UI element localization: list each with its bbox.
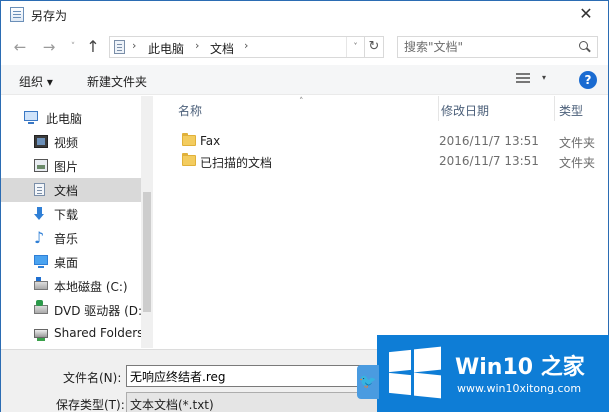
navigation-pane-scrollbar[interactable] bbox=[141, 96, 153, 348]
close-button[interactable]: ✕ bbox=[564, 1, 608, 29]
dvd-icon bbox=[34, 300, 48, 314]
file-name: Fax bbox=[200, 134, 221, 148]
navigation-pane: 此电脑 视频 图片 文档 下载 ♪ 音乐 桌面 本地磁盘 (C:) DVD 驱动… bbox=[1, 96, 153, 348]
scrollbar-thumb[interactable] bbox=[143, 192, 151, 312]
breadcrumb-separator-icon[interactable]: › bbox=[195, 39, 199, 52]
sidebar-item-label: 视频 bbox=[54, 136, 79, 150]
file-date: 2016/11/7 13:51 bbox=[439, 154, 539, 168]
sidebar-item-label: 图片 bbox=[54, 160, 79, 174]
desktop-icon bbox=[34, 255, 48, 268]
save-as-dialog: 另存为 ✕ ← → ˅ ↑ › 此电脑 › 文档 › ˅ ↻ 组织 ▾ 新建文件… bbox=[0, 0, 609, 412]
sidebar-item-downloads[interactable]: 下载 bbox=[1, 202, 141, 226]
sidebar-item-this-pc[interactable]: 此电脑 bbox=[1, 106, 141, 130]
sidebar-item-videos[interactable]: 视频 bbox=[1, 130, 141, 154]
address-bar[interactable]: › 此电脑 › 文档 › ˅ bbox=[109, 36, 365, 58]
sidebar-item-label: 文档 bbox=[54, 184, 79, 198]
sidebar-item-label: 桌面 bbox=[54, 256, 79, 270]
folder-icon bbox=[182, 153, 196, 166]
sidebar-item-shared-folders[interactable]: Shared Folders bbox=[1, 322, 144, 346]
folder-icon bbox=[182, 133, 196, 146]
bird-icon: 🐦 bbox=[357, 365, 379, 399]
new-folder-button[interactable]: 新建文件夹 bbox=[87, 73, 147, 90]
breadcrumb-separator-icon[interactable]: › bbox=[244, 39, 248, 52]
picture-icon bbox=[34, 159, 48, 172]
help-button[interactable]: ? bbox=[579, 71, 597, 89]
sidebar-item-dvd-drive[interactable]: DVD 驱动器 (D: bbox=[1, 298, 143, 322]
notepad-app-icon bbox=[10, 7, 24, 22]
column-header-date[interactable]: 修改日期 bbox=[438, 96, 553, 121]
file-name: 已扫描的文档 bbox=[200, 156, 273, 170]
watermark-url: www.win10xitong.com bbox=[457, 382, 582, 395]
sidebar-item-music[interactable]: ♪ 音乐 bbox=[1, 226, 141, 250]
search-icon[interactable] bbox=[579, 41, 588, 50]
refresh-button[interactable]: ↻ bbox=[364, 36, 384, 58]
filename-label: 文件名(N): bbox=[63, 371, 122, 385]
document-icon bbox=[34, 183, 45, 196]
search-box[interactable] bbox=[397, 36, 598, 58]
view-options-icon[interactable] bbox=[516, 73, 530, 84]
forward-arrow-icon[interactable]: → bbox=[39, 38, 59, 56]
sidebar-item-label: 音乐 bbox=[54, 232, 79, 246]
sidebar-item-pictures[interactable]: 图片 bbox=[1, 154, 141, 178]
column-header-type[interactable]: 类型 bbox=[554, 96, 609, 121]
file-date: 2016/11/7 13:51 bbox=[439, 134, 539, 148]
sidebar-item-label: DVD 驱动器 (D: bbox=[54, 304, 143, 318]
download-icon bbox=[34, 207, 44, 220]
sidebar-item-label: Shared Folders bbox=[54, 326, 144, 340]
disk-icon bbox=[34, 277, 48, 290]
win10-watermark: 🐦 Win10 之家 www.win10xitong.com bbox=[357, 335, 609, 412]
file-list: ˄ 名称 修改日期 类型 Fax 2016/11/7 13:51 文件夹 已扫描… bbox=[154, 96, 608, 348]
filename-input[interactable] bbox=[126, 365, 386, 387]
breadcrumb-this-pc[interactable]: 此电脑 bbox=[148, 40, 184, 57]
up-arrow-icon[interactable]: ↑ bbox=[83, 38, 103, 56]
back-arrow-icon[interactable]: ← bbox=[10, 38, 30, 56]
organize-button[interactable]: 组织 ▾ bbox=[19, 73, 53, 90]
sidebar-item-label: 本地磁盘 (C:) bbox=[54, 280, 128, 294]
navigation-bar: ← → ˅ ↑ › 此电脑 › 文档 › ˅ ↻ bbox=[1, 31, 608, 63]
column-header-name[interactable]: 名称 bbox=[178, 96, 428, 121]
breadcrumb-documents[interactable]: 文档 bbox=[210, 40, 234, 57]
view-dropdown-icon[interactable]: ▾ bbox=[542, 73, 546, 82]
recent-locations-chevron-icon[interactable]: ˅ bbox=[63, 38, 83, 56]
list-item[interactable]: 已扫描的文档 2016/11/7 13:51 文件夹 bbox=[174, 151, 608, 171]
document-location-icon bbox=[114, 40, 125, 54]
sidebar-item-desktop[interactable]: 桌面 bbox=[1, 250, 141, 274]
sidebar-item-label: 下载 bbox=[54, 208, 79, 222]
music-icon: ♪ bbox=[34, 228, 45, 247]
sidebar-item-label: 此电脑 bbox=[46, 112, 83, 126]
computer-icon bbox=[24, 111, 38, 124]
video-icon bbox=[34, 135, 48, 148]
title-bar: 另存为 ✕ bbox=[1, 1, 608, 29]
search-input[interactable] bbox=[404, 39, 564, 55]
window-title: 另存为 bbox=[31, 9, 68, 23]
filetype-select[interactable]: 文本文档(*.txt) bbox=[126, 392, 386, 412]
command-toolbar: 组织 ▾ 新建文件夹 ▾ ? bbox=[1, 65, 608, 95]
file-type: 文件夹 bbox=[559, 136, 596, 150]
list-item[interactable]: Fax 2016/11/7 13:51 文件夹 bbox=[174, 131, 608, 151]
sidebar-item-local-disk[interactable]: 本地磁盘 (C:) bbox=[1, 274, 141, 298]
breadcrumb-separator-icon[interactable]: › bbox=[132, 39, 136, 52]
sidebar-item-documents[interactable]: 文档 bbox=[1, 178, 141, 202]
shared-folder-icon bbox=[34, 329, 48, 341]
file-type: 文件夹 bbox=[559, 156, 596, 170]
filetype-label: 保存类型(T): bbox=[56, 398, 125, 412]
windows-logo-icon bbox=[389, 346, 441, 399]
address-dropdown-icon[interactable]: ˅ bbox=[346, 37, 364, 57]
watermark-title: Win10 之家 bbox=[455, 355, 585, 380]
